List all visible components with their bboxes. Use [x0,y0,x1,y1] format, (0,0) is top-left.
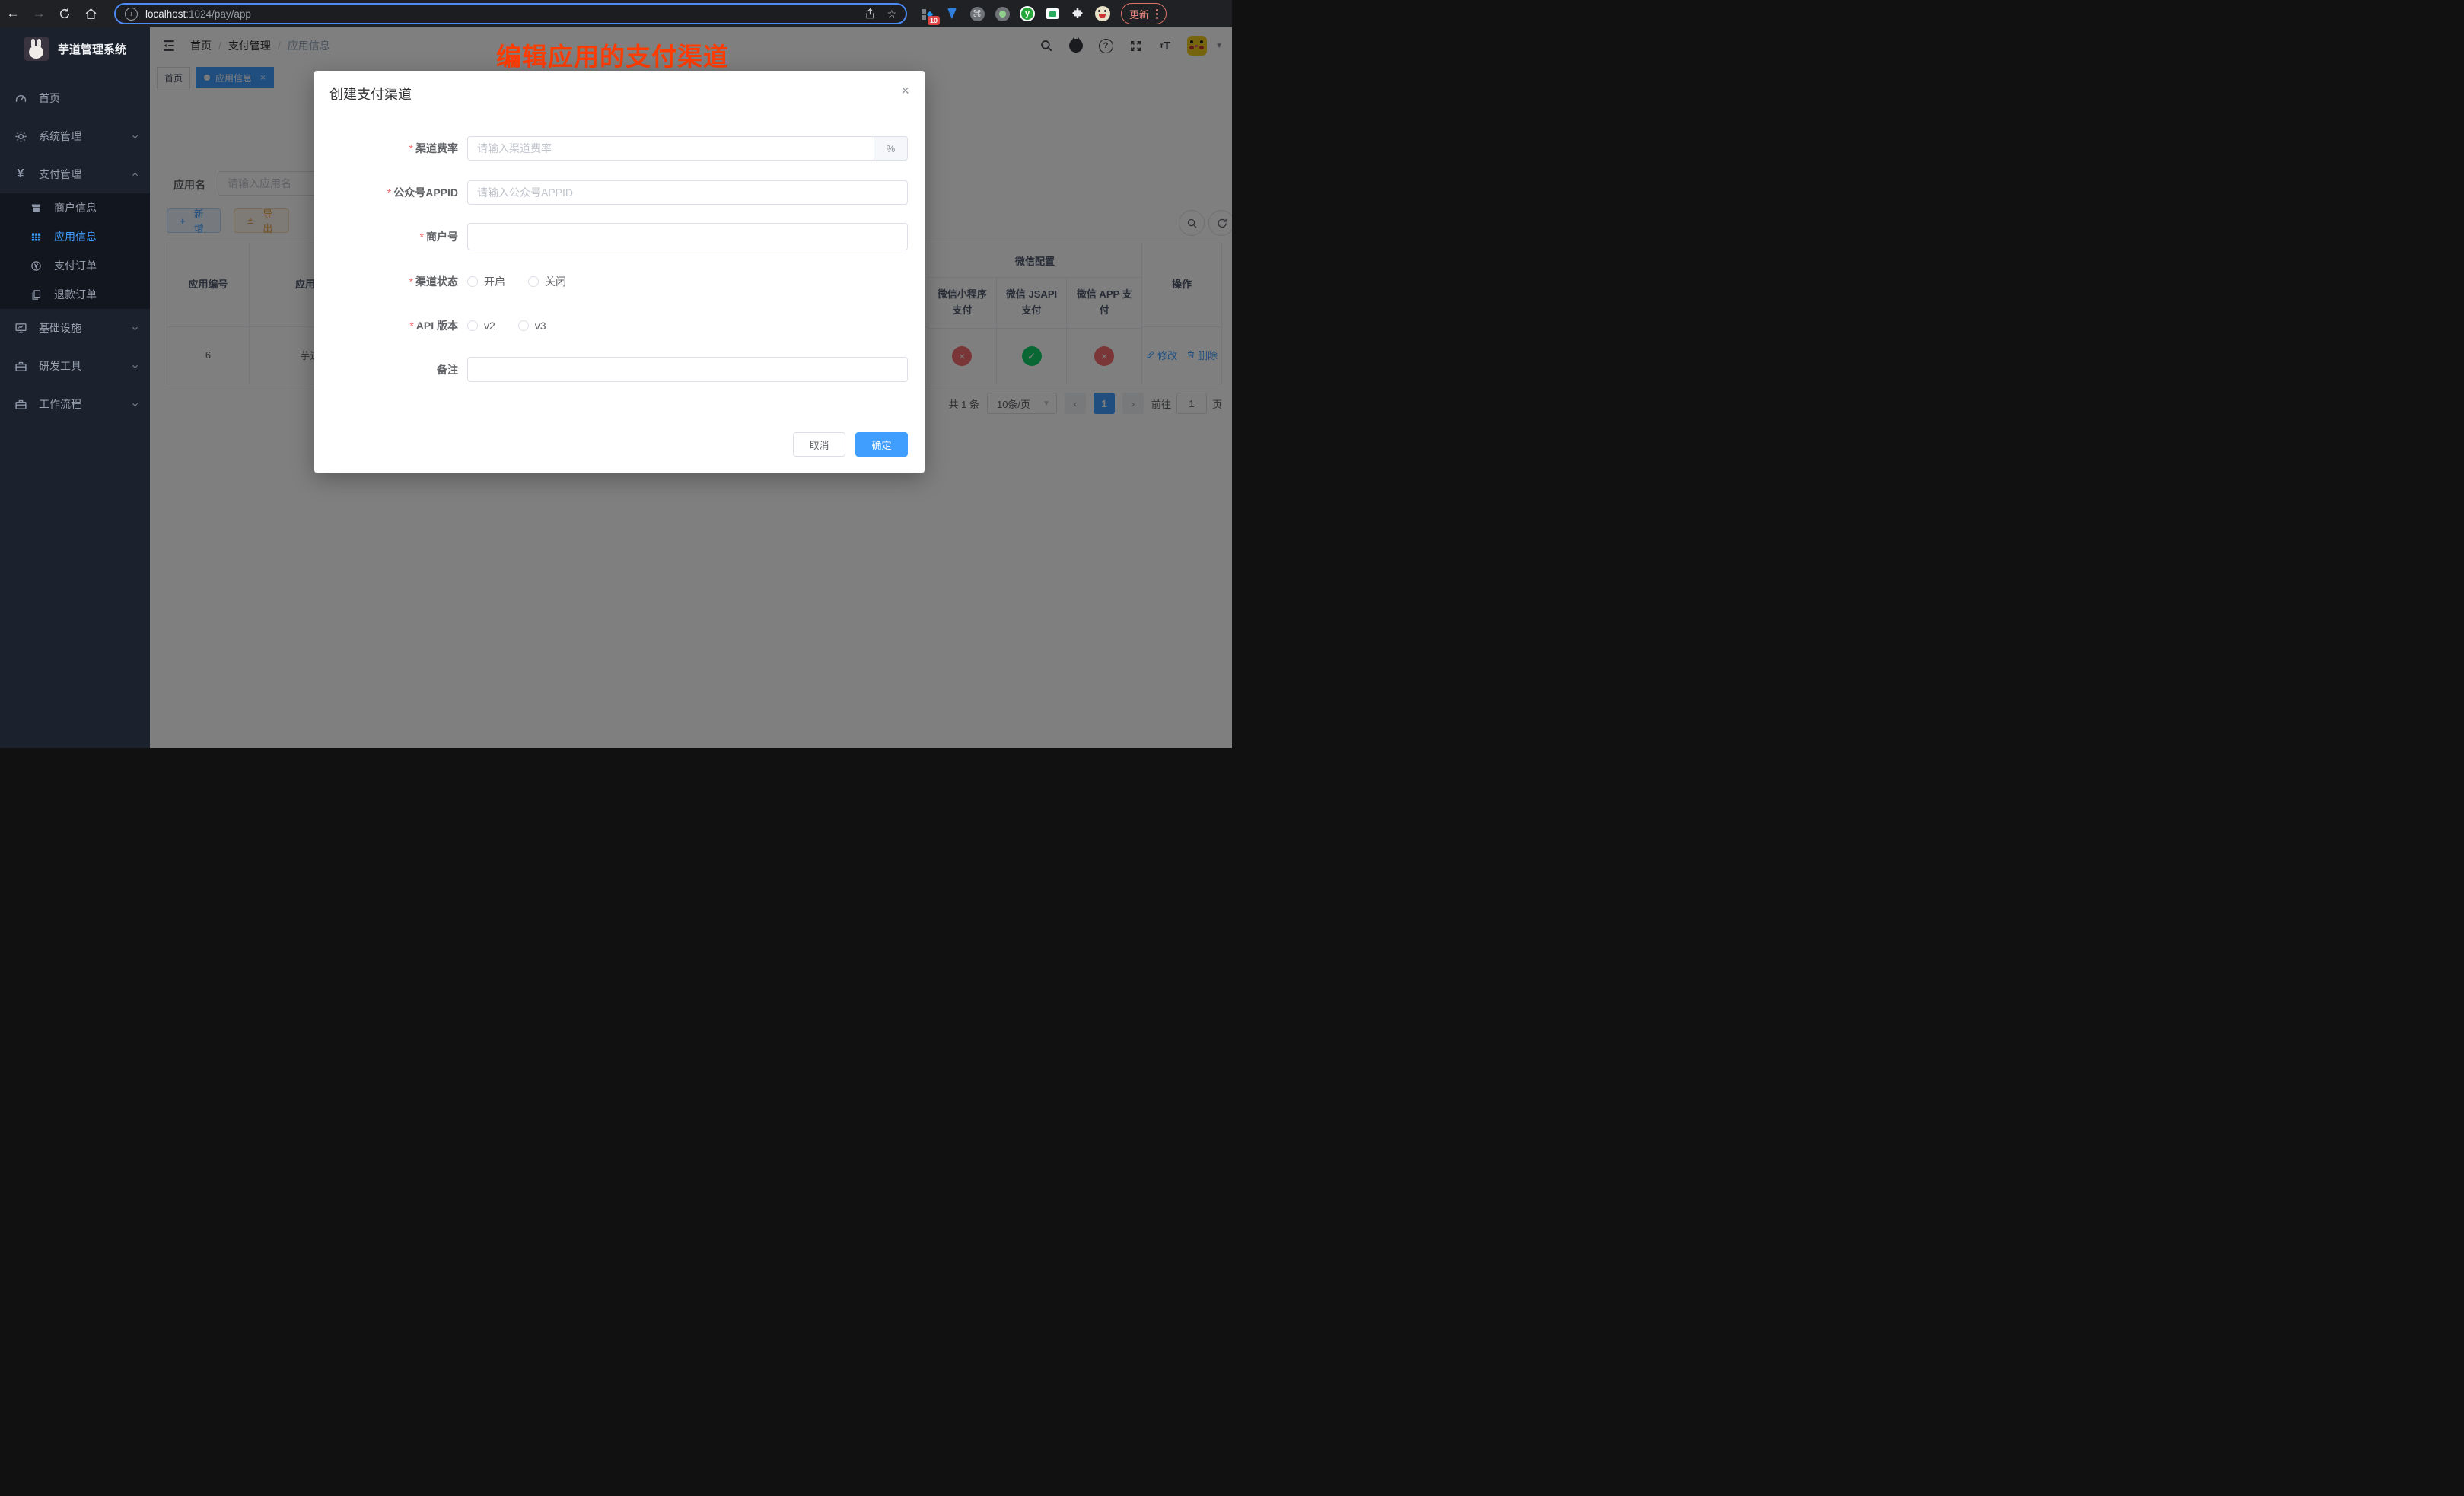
address-bar[interactable]: i localhost:1024/pay/app ☆ [114,3,907,24]
merchant-input[interactable] [467,223,908,250]
extension-y-icon[interactable]: y [1020,6,1035,21]
briefcase-icon [13,398,28,411]
chevron-down-icon [131,362,139,371]
coin-yen-icon [29,260,43,272]
document-copy-icon [29,289,43,301]
field-appid: *公众号APPID [331,180,908,205]
sidebar-item-app-info[interactable]: 应用信息 [0,222,150,251]
app-logo[interactable]: 芋道管理系统 [0,27,150,70]
radio-circle-icon [467,320,478,331]
extension-green-dot-icon[interactable] [995,6,1010,21]
monitor-icon [13,322,28,335]
browser-menu-icon[interactable] [1156,9,1158,19]
forward-icon[interactable]: → [26,3,52,24]
yen-icon: ¥ [13,167,28,181]
home-icon[interactable] [78,3,103,24]
extensions-row: 10 ⌘ y [919,6,1110,21]
app-title: 芋道管理系统 [58,41,126,57]
required-asterisk: * [420,231,424,243]
url-text: localhost:1024/pay/app [145,8,251,20]
sidebar-item-workflow[interactable]: 工作流程 [0,385,150,423]
extension-tiles-icon[interactable]: 10 [919,6,934,21]
field-rate: *渠道费率 % [331,136,908,161]
chevron-down-icon [131,132,139,141]
sidebar-item-system[interactable]: 系统管理 [0,117,150,155]
radio-status-closed[interactable]: 关闭 [528,274,566,289]
reload-icon[interactable] [52,3,78,24]
sidebar-item-home[interactable]: 首页 [0,79,150,117]
logo-image [24,37,49,61]
annotation-text: 编辑应用的支付渠道 [496,37,729,73]
field-merchant: *商户号 [331,223,908,250]
sidebar-submenu-pay: 商户信息 应用信息 支付订单 [0,193,150,309]
extension-badge: 10 [928,16,940,25]
sidebar-item-pay[interactable]: ¥ 支付管理 [0,155,150,193]
back-icon[interactable]: ← [0,3,26,24]
toolbox-icon [13,360,28,373]
gear-icon [13,130,28,143]
main-area: 首页 / 支付管理 / 应用信息 ? тT [150,27,1232,748]
appid-input[interactable] [467,180,908,205]
required-asterisk: * [409,275,413,288]
profile-avatar[interactable] [1095,6,1110,21]
sidebar-item-refund-orders[interactable]: 退款订单 [0,280,150,309]
sidebar-item-pay-orders[interactable]: 支付订单 [0,251,150,280]
radio-api-v3[interactable]: v3 [518,320,546,332]
browser-update-button[interactable]: 更新 [1121,3,1167,24]
remark-input[interactable] [467,357,908,382]
radio-circle-icon [528,276,539,287]
extensions-puzzle-icon[interactable] [1070,6,1085,21]
required-asterisk: * [387,186,391,199]
dialog-close-icon[interactable]: × [901,84,909,97]
rate-input[interactable] [467,136,874,161]
dialog-title: 创建支付渠道 [329,84,412,103]
extension-kite-icon[interactable] [944,6,960,21]
chevron-down-icon [131,400,139,409]
field-api-version: *API 版本 v2 v3 [331,314,908,338]
grid-icon [29,231,43,243]
radio-circle-icon [518,320,529,331]
cancel-button[interactable]: 取消 [793,432,845,457]
field-status: *渠道状态 开启 关闭 [331,269,908,294]
bookmark-star-icon[interactable]: ☆ [887,8,896,21]
field-remark: 备注 [331,357,908,382]
extension-command-icon[interactable]: ⌘ [969,6,985,21]
screen: ← → i localhost:1024/pay/app ☆ 10 ⌘ y [0,0,1232,748]
percent-suffix: % [874,136,908,161]
sidebar-item-merchant-info[interactable]: 商户信息 [0,193,150,222]
dashboard-icon [13,92,28,105]
confirm-button[interactable]: 确定 [855,432,908,457]
extension-chat-icon[interactable] [1045,6,1060,21]
required-asterisk: * [409,320,413,332]
chevron-up-icon [131,170,139,179]
share-icon[interactable] [864,8,876,20]
dialog-footer: 取消 确定 [793,432,908,457]
browser-toolbar: ← → i localhost:1024/pay/app ☆ 10 ⌘ y [0,0,1232,27]
sidebar-item-infra[interactable]: 基础设施 [0,309,150,347]
required-asterisk: * [409,142,413,154]
chevron-down-icon [131,324,139,333]
sidebar-item-dev-tools[interactable]: 研发工具 [0,347,150,385]
create-channel-dialog: 创建支付渠道 × *渠道费率 % *公众号APPID *商户号 [314,71,925,473]
radio-circle-icon [467,276,478,287]
radio-status-open[interactable]: 开启 [467,274,505,289]
shop-icon [29,202,43,214]
sidebar: 芋道管理系统 首页 系统管理 [0,27,150,748]
site-info-icon[interactable]: i [125,8,138,21]
radio-api-v2[interactable]: v2 [467,320,495,332]
